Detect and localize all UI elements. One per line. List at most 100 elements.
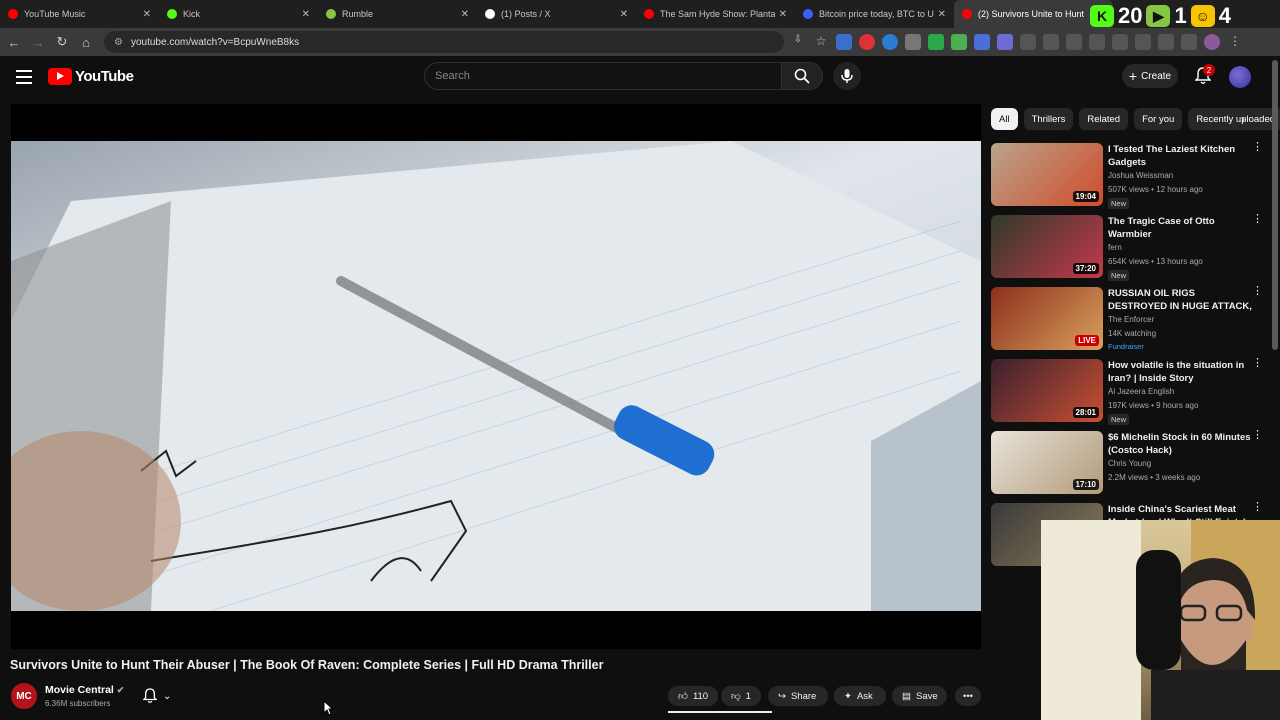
extension-icon-1[interactable] [836, 34, 852, 50]
video-thumbnail[interactable]: LIVE [991, 287, 1103, 350]
recommended-video[interactable]: LIVE RUSSIAN OIL RIGS DESTROYED IN HUGE A… [991, 286, 1271, 351]
tab-close-icon[interactable]: ✕ [461, 9, 469, 20]
tab-close-icon[interactable]: ✕ [938, 9, 946, 20]
more-vertical-icon[interactable]: ⋮ [1252, 358, 1263, 369]
voice-search-button[interactable] [833, 62, 861, 90]
recommended-video[interactable]: 28:01 How volatile is the situation in Ir… [991, 358, 1271, 425]
more-vertical-icon[interactable]: ⋮ [1252, 286, 1263, 297]
browser-tab[interactable]: Rumble ✕ [318, 0, 477, 28]
recommended-video[interactable]: 19:04 I Tested The Laziest Kitchen Gadget… [991, 142, 1271, 209]
bookmark-star-icon[interactable]: ☆ [813, 34, 829, 50]
create-button[interactable]: + Create [1122, 64, 1178, 88]
more-vertical-icon[interactable]: ⋮ [1252, 430, 1263, 441]
address-bar[interactable]: ⚙ youtube.com/watch?v=BcpuWneB8ks [104, 31, 784, 53]
recommended-video[interactable]: 17:10 $6 Michelin Stock in 60 Minutes (Co… [991, 430, 1271, 495]
tab-label: YouTube Music [24, 9, 86, 19]
subscriber-count: 6.36M subscribers [45, 699, 111, 708]
youtube-header: YouTube Search + Create 2 [0, 56, 1280, 100]
live-badge: LIVE [1075, 335, 1099, 346]
install-app-icon[interactable]: ⇩ [790, 34, 806, 50]
more-vertical-icon[interactable]: ⋮ [1252, 502, 1263, 513]
more-vertical-icon[interactable]: ⋮ [1252, 142, 1263, 153]
video-frame[interactable] [11, 141, 981, 612]
browser-tab[interactable]: Bitcoin price today, BTC to USD ✕ [795, 0, 954, 28]
chevron-right-icon[interactable]: › [1234, 110, 1252, 128]
history-icon[interactable] [1066, 34, 1082, 50]
recommended-title[interactable]: I Tested The Laziest Kitchen Gadgets [1108, 143, 1254, 169]
extension-icon-2[interactable] [859, 34, 875, 50]
recommended-title[interactable]: The Tragic Case of Otto Warmbier [1108, 215, 1254, 241]
ask-button[interactable]: ✦ Ask [834, 686, 886, 706]
recommended-title[interactable]: $6 Michelin Stock in 60 Minutes (Costco … [1108, 431, 1254, 457]
extension-icon-7[interactable] [974, 34, 990, 50]
filter-chip[interactable]: Related [1079, 108, 1129, 130]
tab-close-icon[interactable]: ✕ [302, 9, 310, 20]
home-icon[interactable]: ⌂ [74, 30, 98, 54]
extension-icon-6[interactable] [951, 34, 967, 50]
tab-close-icon[interactable]: ✕ [620, 9, 628, 20]
save-icon: ▤ [902, 690, 911, 702]
page-scrollbar[interactable] [1272, 60, 1278, 350]
channel-avatar[interactable]: MC [11, 683, 37, 709]
channel-name[interactable]: Movie Central ✔ [45, 684, 124, 696]
more-vertical-icon[interactable]: ⋮ [1252, 214, 1263, 225]
back-icon[interactable]: ← [2, 30, 26, 54]
overlay-counter-2: 1 [1174, 3, 1187, 28]
filter-chip[interactable]: All [991, 108, 1018, 130]
video-thumbnail[interactable]: 28:01 [991, 359, 1103, 422]
video-thumbnail[interactable]: 37:20 [991, 215, 1103, 278]
subscription-notifications-button[interactable]: ⌄ [143, 686, 183, 706]
extension-icon-11[interactable] [1089, 34, 1105, 50]
browser-tab[interactable]: Kick ✕ [159, 0, 318, 28]
menu-icon[interactable] [1181, 34, 1197, 50]
more-actions-button[interactable]: ••• [955, 686, 981, 706]
share-icon: ↪ [778, 690, 786, 702]
share-button[interactable]: ↪ Share [768, 686, 828, 706]
tab-close-icon[interactable]: ✕ [143, 9, 151, 20]
tab-label: Rumble [342, 9, 374, 19]
mouse-cursor-icon [323, 700, 333, 716]
search-button[interactable] [781, 62, 823, 90]
hamburger-menu-icon[interactable] [16, 70, 32, 84]
dislike-button[interactable]: 👎︎ 1 [721, 686, 761, 706]
youtube-logo[interactable]: YouTube [48, 68, 134, 85]
tab-close-icon[interactable]: ✕ [779, 9, 787, 20]
filter-chip[interactable]: Thrillers [1023, 108, 1074, 130]
like-button[interactable]: 👍︎ 110 [668, 686, 718, 706]
browser-more-icon[interactable]: ⋮ [1227, 34, 1243, 50]
rumble-overlay-icon: ▶ [1146, 5, 1171, 27]
forward-icon[interactable]: → [26, 30, 50, 54]
tab-favicon-icon [644, 9, 654, 19]
search-input[interactable]: Search [424, 62, 782, 90]
tab-label: (2) Survivors Unite to Hunt [978, 9, 1085, 19]
account-avatar[interactable] [1229, 66, 1251, 88]
video-thumbnail[interactable]: 17:10 [991, 431, 1103, 494]
site-info-icon[interactable]: ⚙ [114, 37, 123, 48]
extension-icon-10[interactable] [1043, 34, 1059, 50]
browser-tab[interactable]: YouTube Music ✕ [0, 0, 159, 28]
plus-icon: + [1128, 68, 1138, 84]
sidebar-icon[interactable] [1135, 34, 1151, 50]
recommended-title[interactable]: How volatile is the situation in Iran? |… [1108, 359, 1254, 385]
reload-icon[interactable]: ↻ [50, 30, 74, 54]
browser-tab[interactable]: The Sam Hyde Show: Plantation ✕ [636, 0, 795, 28]
recommended-title[interactable]: RUSSIAN OIL RIGS DESTROYED IN HUGE ATTAC… [1108, 287, 1254, 313]
video-frame-art [11, 141, 981, 612]
create-label: Create [1141, 70, 1172, 82]
browser-tab[interactable]: (1) Posts / X ✕ [477, 0, 636, 28]
extension-icon-9[interactable] [1020, 34, 1036, 50]
extension-icon-5[interactable] [928, 34, 944, 50]
tab-favicon-icon [326, 9, 336, 19]
extension-icon-8[interactable] [997, 34, 1013, 50]
save-button[interactable]: ▤ Save [892, 686, 947, 706]
extension-icon-4[interactable] [905, 34, 921, 50]
video-thumbnail[interactable]: 19:04 [991, 143, 1103, 206]
extension-icon-3[interactable] [882, 34, 898, 50]
filter-chip[interactable]: For you [1134, 108, 1183, 130]
video-player[interactable] [11, 104, 981, 649]
search-icon [794, 68, 810, 84]
devtools-icon[interactable] [1112, 34, 1128, 50]
profile-icon[interactable] [1204, 34, 1220, 50]
downloads-icon[interactable] [1158, 34, 1174, 50]
recommended-video[interactable]: 37:20 The Tragic Case of Otto Warmbier fer… [991, 214, 1271, 281]
